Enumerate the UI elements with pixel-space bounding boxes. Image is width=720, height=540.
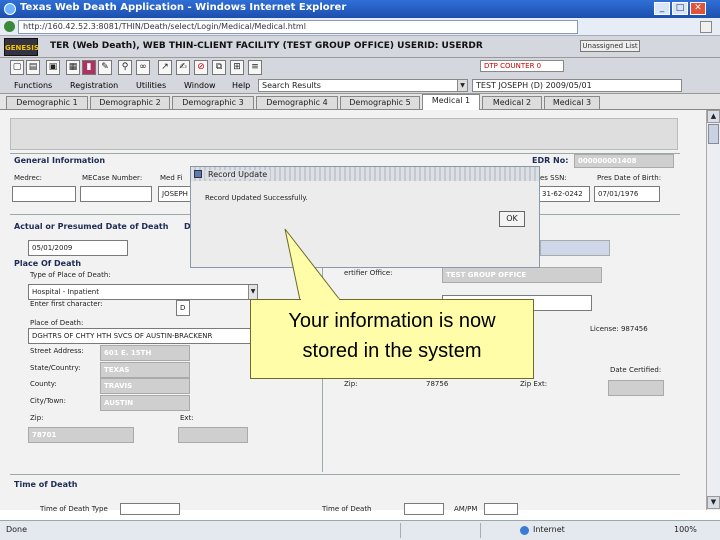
status-text: Done — [6, 525, 28, 534]
status-bar: Done Internet 100% — [0, 520, 720, 540]
globe-icon — [520, 526, 529, 535]
zoom-level[interactable]: 100% — [674, 525, 697, 534]
zone-text: Internet — [533, 525, 565, 534]
callout-pointer-cover — [301, 298, 339, 301]
status-divider — [480, 523, 481, 538]
status-divider — [400, 523, 401, 538]
